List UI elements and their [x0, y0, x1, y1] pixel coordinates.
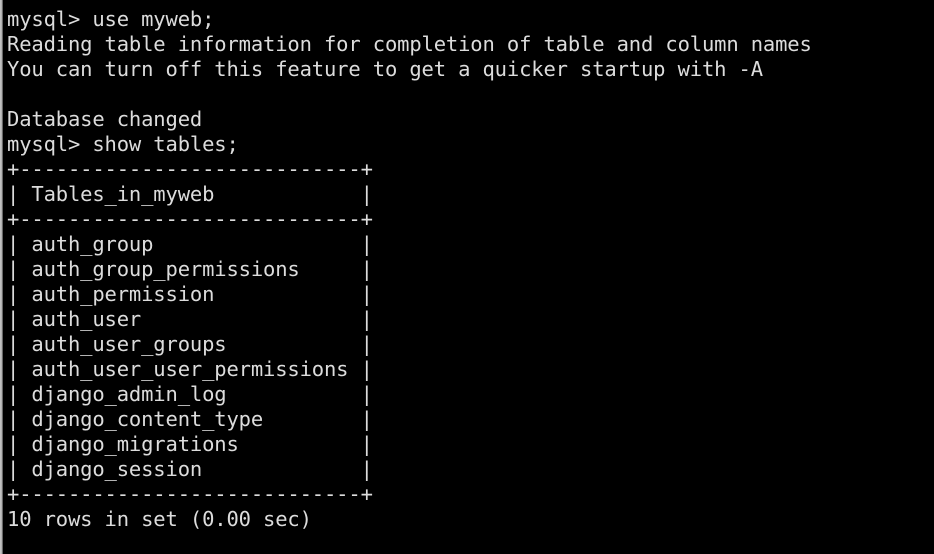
console-line: +----------------------------+ [7, 207, 373, 231]
console-line: | django_content_type | [7, 407, 373, 431]
console-line: | auth_group | [7, 232, 373, 256]
console-line: | auth_user | [7, 307, 373, 331]
terminal-screen[interactable]: mysql> use myweb; Reading table informati… [3, 0, 934, 554]
console-line: | django_migrations | [7, 432, 373, 456]
console-line: Reading table information for completion… [7, 32, 812, 56]
console-output[interactable]: mysql> use myweb; Reading table informati… [7, 7, 934, 532]
console-line: +----------------------------+ [7, 482, 373, 506]
console-line: | auth_user_groups | [7, 332, 373, 356]
console-line: mysql> show tables; [7, 132, 239, 156]
console-line: | auth_group_permissions | [7, 257, 373, 281]
console-line: 10 rows in set (0.00 sec) [7, 507, 312, 531]
console-line: | django_session | [7, 457, 373, 481]
terminal-window: mysql> use myweb; Reading table informati… [0, 0, 934, 554]
console-line: +----------------------------+ [7, 157, 373, 181]
console-line: You can turn off this feature to get a q… [7, 57, 763, 81]
console-line: mysql> use myweb; [7, 7, 215, 31]
console-line: | Tables_in_myweb | [7, 182, 373, 206]
console-line: | auth_user_user_permissions | [7, 357, 373, 381]
console-line: | django_admin_log | [7, 382, 373, 406]
console-line: | auth_permission | [7, 282, 373, 306]
console-line: Database changed [7, 107, 203, 131]
